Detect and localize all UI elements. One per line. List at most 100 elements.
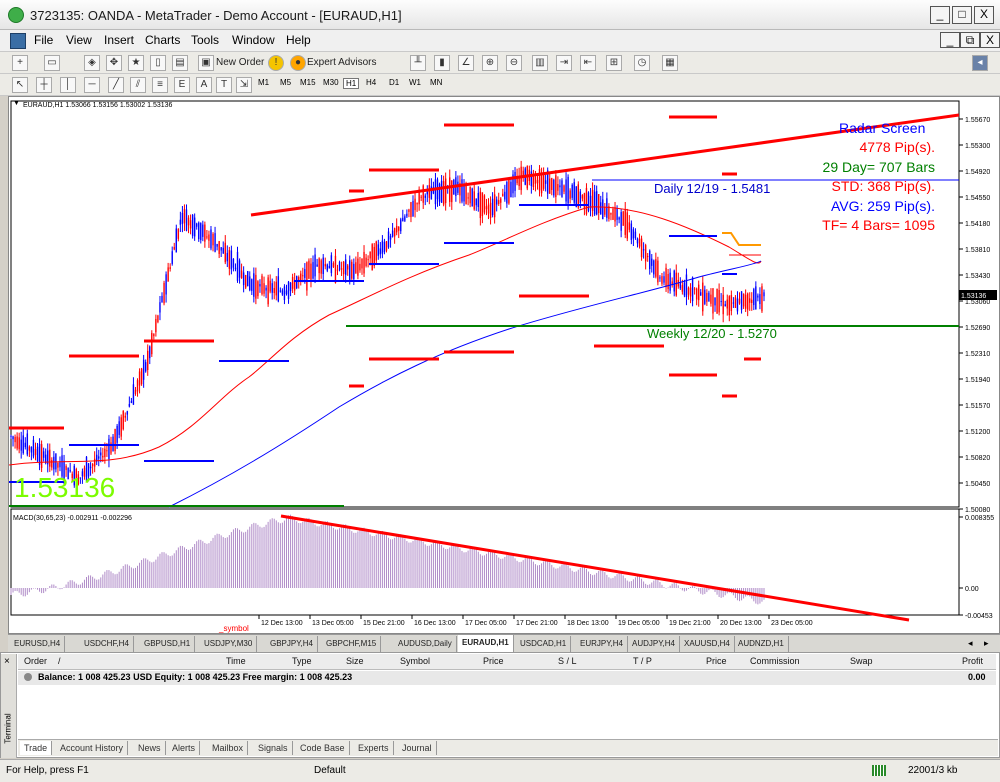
minimize-button[interactable]: _ — [930, 6, 950, 24]
tab-scroll-right-icon[interactable]: ▸ — [984, 638, 989, 649]
symbol-tab-gbpjpy-h4[interactable]: GBPJPY,H4 — [266, 636, 318, 652]
col-symbol[interactable]: Symbol — [400, 656, 430, 666]
terminal-icon[interactable]: ▯ — [150, 55, 166, 71]
terminal-tab-experts[interactable]: Experts — [354, 741, 394, 755]
terminal-tab-mailbox[interactable]: Mailbox — [208, 741, 249, 755]
terminal-tab-alerts[interactable]: Alerts — [168, 741, 201, 755]
expert-advisors-button[interactable]: Expert Advisors — [307, 57, 376, 73]
tf-d1[interactable]: D1 — [389, 78, 399, 87]
cursor-icon[interactable]: ↖ — [12, 77, 28, 93]
terminal-tab-code-base[interactable]: Code Base — [296, 741, 350, 755]
tf-m5[interactable]: M5 — [280, 78, 291, 87]
profiles-icon[interactable]: ▭ — [44, 55, 60, 71]
terminal-tab-account-history[interactable]: Account History — [56, 741, 129, 755]
tf-mn[interactable]: MN — [430, 78, 442, 87]
col-swap[interactable]: Swap — [850, 656, 873, 666]
symbol-tab-usdchf-h4[interactable]: USDCHF,H4 — [80, 636, 134, 652]
menu-insert[interactable]: Insert — [104, 33, 134, 47]
tf-h1[interactable]: H1 — [343, 78, 360, 89]
navigator-icon[interactable]: ★ — [128, 55, 144, 71]
symbol-tab-audusd-daily[interactable]: AUDUSD,Daily — [394, 636, 457, 652]
expand-panel-icon[interactable]: ◂ — [972, 55, 988, 71]
line-chart-icon[interactable]: ∠ — [458, 55, 474, 71]
tf-h4[interactable]: H4 — [366, 78, 376, 87]
periods-icon[interactable]: ◷ — [634, 55, 650, 71]
vertical-line-icon[interactable]: │ — [60, 77, 76, 93]
text-icon[interactable]: A — [196, 77, 212, 93]
child-restore-button[interactable]: ⧉ — [960, 32, 980, 48]
trendline-icon[interactable]: ╱ — [108, 77, 124, 93]
new-order-icon[interactable]: ▣ — [198, 55, 214, 71]
candlestick-icon[interactable]: ▮ — [434, 55, 450, 71]
col-tp[interactable]: T / P — [633, 656, 652, 666]
menu-charts[interactable]: Charts — [145, 33, 180, 47]
tf-m15[interactable]: M15 — [300, 78, 316, 87]
bar-chart-icon[interactable]: ╨ — [410, 55, 426, 71]
col-sl[interactable]: S / L — [558, 656, 577, 666]
terminal-tab-trade[interactable]: Trade — [20, 741, 53, 755]
macd-bar — [494, 552, 496, 588]
col-order[interactable]: Order — [24, 656, 47, 666]
menu-help[interactable]: Help — [286, 33, 311, 47]
autoscroll-icon[interactable]: ⇥ — [556, 55, 572, 71]
maximize-button[interactable]: □ — [952, 6, 972, 24]
zoom-in-icon[interactable]: ⊕ — [482, 55, 498, 71]
tf-m30[interactable]: M30 — [323, 78, 339, 87]
expert-advisors-icon[interactable]: ● — [290, 55, 306, 71]
candle-body — [626, 212, 628, 239]
symbol-tab-gbpusd-h1[interactable]: GBPUSD,H1 — [140, 636, 196, 652]
terminal-tab-signals[interactable]: Signals — [254, 741, 293, 755]
col-price[interactable]: Price — [483, 656, 504, 666]
symbol-tab-euraud-h1[interactable]: EURAUD,H1 — [458, 635, 514, 653]
tf-w1[interactable]: W1 — [409, 78, 421, 87]
chart-window[interactable]: 1.55670 1.55300 1.54920 1.54550 1.54180 1.538… — [8, 96, 1000, 634]
market-watch-icon[interactable]: ◈ — [84, 55, 100, 71]
child-close-button[interactable]: X — [980, 32, 1000, 48]
terminal-tab-journal[interactable]: Journal — [398, 741, 437, 755]
child-minimize-button[interactable]: _ — [940, 32, 960, 48]
data-window-icon[interactable]: ✥ — [106, 55, 122, 71]
symbol-tab-eurusd-h4[interactable]: EURUSD,H4 — [10, 636, 66, 652]
gann-icon[interactable]: ≡ — [152, 77, 168, 93]
new-order-button[interactable]: New Order — [216, 57, 264, 73]
symbol-tab-audjpy-h4[interactable]: AUDJPY,H4 — [628, 636, 680, 652]
menu-window[interactable]: Window — [232, 33, 275, 47]
metaeditor-icon[interactable]: ! — [268, 55, 284, 71]
col-commission[interactable]: Commission — [750, 656, 800, 666]
menu-file[interactable]: File — [34, 33, 53, 47]
col-time[interactable]: Time — [226, 656, 246, 666]
channel-icon[interactable]: ⫽ — [130, 77, 146, 93]
balance-row[interactable]: Balance: 1 008 425.23 USD Equity: 1 008 … — [18, 671, 996, 685]
tab-scroll-left-icon[interactable]: ◂ — [968, 638, 973, 649]
strategy-tester-icon[interactable]: ▤ — [172, 55, 188, 71]
col-current-price[interactable]: Price — [706, 656, 727, 666]
horizontal-line-icon[interactable]: ─ — [84, 77, 100, 93]
crosshair-icon[interactable]: ┼ — [36, 77, 52, 93]
symbol-tab-usdcad-h1[interactable]: USDCAD,H1 — [516, 636, 572, 652]
col-size[interactable]: Size — [346, 656, 364, 666]
tf-m1[interactable]: M1 — [258, 78, 269, 87]
symbol-tab-usdjpy-m30[interactable]: USDJPY,M30 — [200, 636, 258, 652]
zoom-out-icon[interactable]: ⊖ — [506, 55, 522, 71]
arrows-icon[interactable]: ⇲ — [236, 77, 252, 93]
symbol-tab-audnzd-h1[interactable]: AUDNZD,H1 — [734, 636, 789, 652]
col-type[interactable]: Type — [292, 656, 312, 666]
symbol-tab-gbpchf-m15[interactable]: GBPCHF,M15 — [322, 636, 382, 652]
terminal-tab-news[interactable]: News — [134, 741, 166, 755]
chart-shift-icon[interactable]: ⇤ — [580, 55, 596, 71]
text-label-icon[interactable]: T — [216, 77, 232, 93]
indicators-icon[interactable]: ⊞ — [606, 55, 622, 71]
menu-tools[interactable]: Tools — [191, 33, 219, 47]
templates-icon[interactable]: ▦ — [662, 55, 678, 71]
menu-view[interactable]: View — [66, 33, 92, 47]
macd-bar — [706, 588, 708, 593]
price-chart[interactable]: 1.55670 1.55300 1.54920 1.54550 1.54180 1.538… — [8, 97, 999, 633]
tile-windows-icon[interactable]: ▥ — [532, 55, 548, 71]
new-chart-icon[interactable]: + — [12, 55, 28, 71]
close-button[interactable]: X — [974, 6, 994, 24]
fibonacci-icon[interactable]: Ε — [174, 77, 190, 93]
symbol-tab-eurjpy-h4[interactable]: EURJPY,H4 — [576, 636, 628, 652]
symbol-tab-xauusd-h4[interactable]: XAUUSD,H4 — [680, 636, 735, 652]
col-profit[interactable]: Profit — [962, 656, 983, 666]
terminal-close-icon[interactable]: × — [4, 656, 10, 667]
